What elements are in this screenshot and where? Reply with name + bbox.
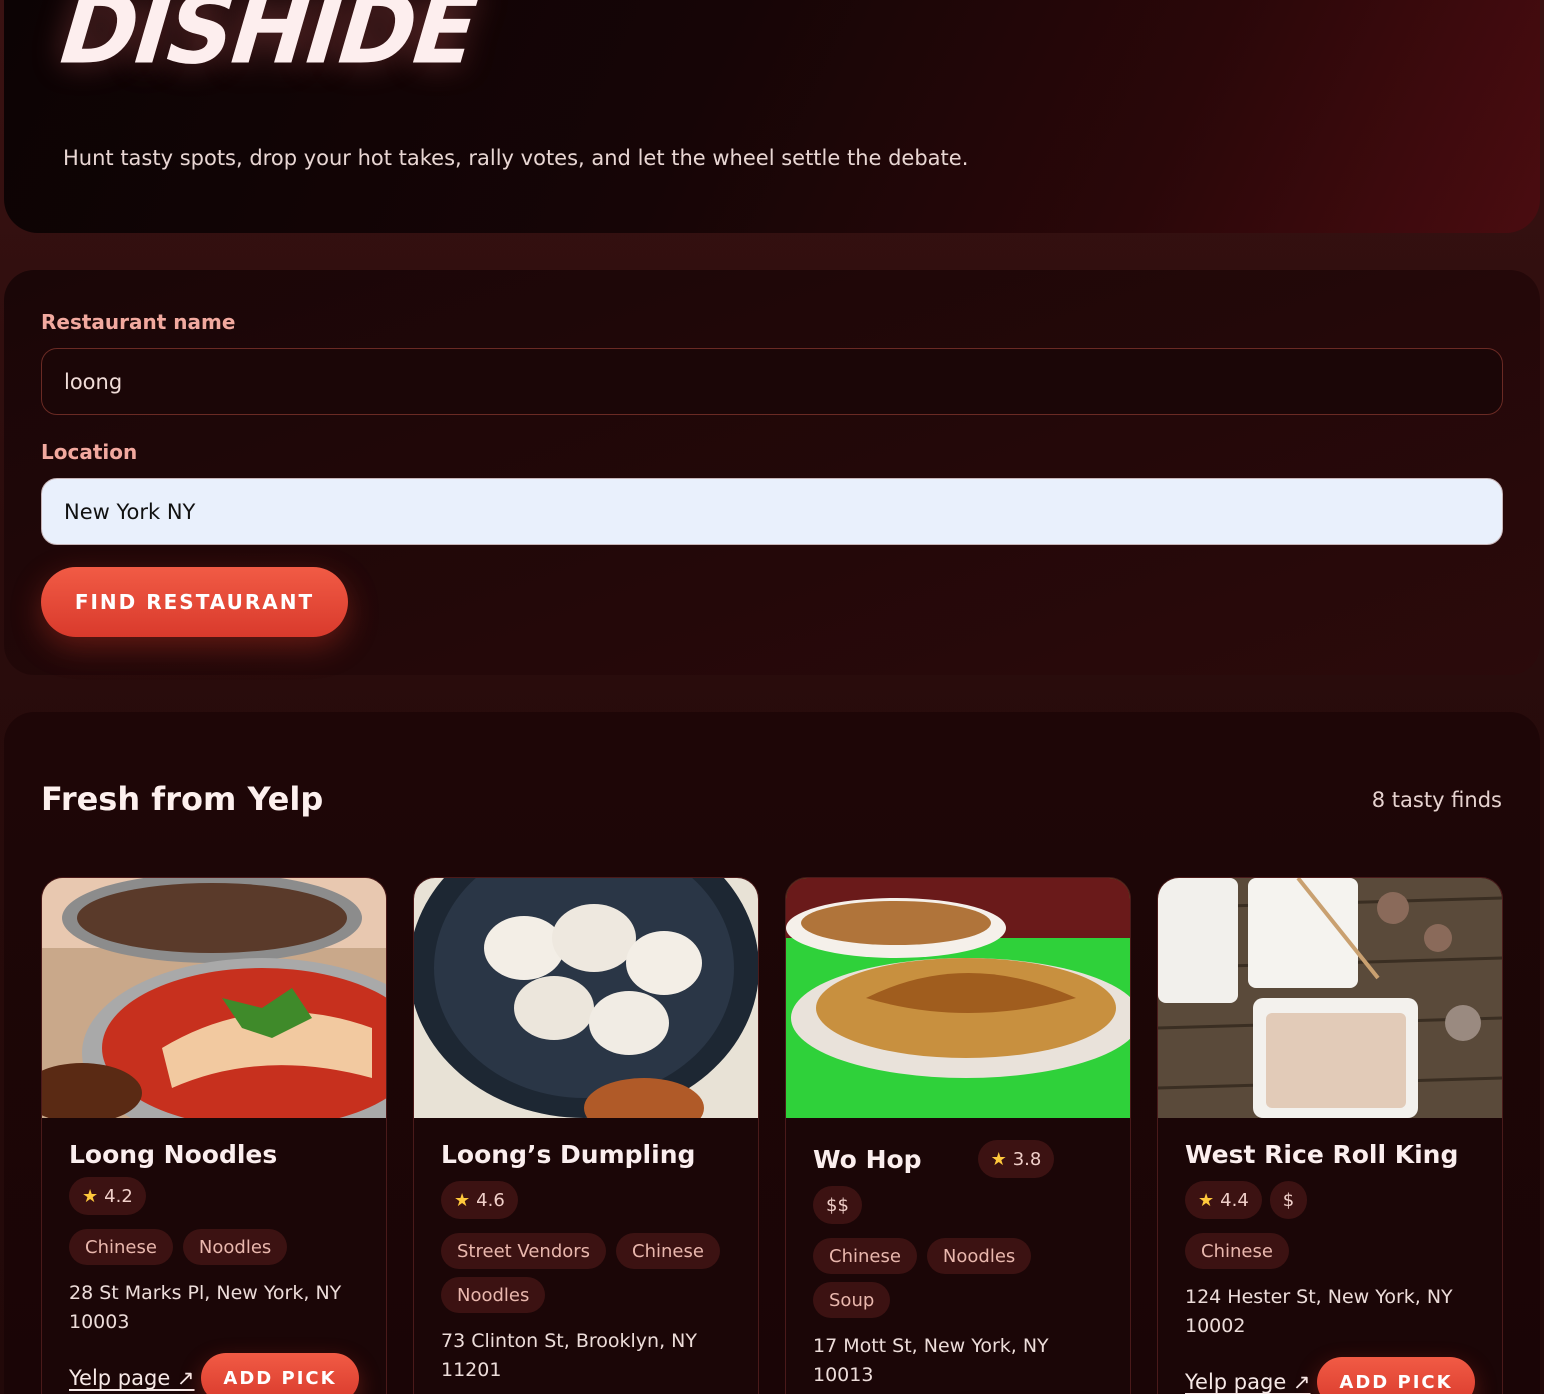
location-value: New York NY — [64, 499, 196, 524]
location-label: Location — [41, 440, 138, 464]
restaurant-address: 124 Hester St, New York, NY 10002 — [1185, 1286, 1453, 1337]
rating-value: 4.4 — [1220, 1189, 1249, 1211]
rating-badge: ★ 4.4 — [1185, 1181, 1262, 1219]
price-badge: $ — [1269, 1181, 1308, 1219]
category-tag: Chinese — [813, 1238, 917, 1274]
price-badge: $$ — [813, 1186, 862, 1224]
find-restaurant-button[interactable]: FIND RESTAURANT — [41, 567, 348, 637]
hero-banner: DISHIDE Hunt tasty spots, drop your hot … — [4, 0, 1540, 233]
restaurant-name-label: Restaurant name — [41, 310, 236, 334]
rating-badge: ★ 4.6 — [441, 1181, 518, 1219]
restaurant-address: 73 Clinton St, Brooklyn, NY 11201 — [441, 1330, 697, 1381]
restaurant-card: Loong’s Dumpling ★ 4.6 Street Vendors Ch… — [413, 877, 759, 1394]
add-pick-button[interactable]: ADD PICK — [201, 1353, 359, 1394]
restaurant-photo — [1158, 878, 1502, 1118]
category-tag: Noodles — [926, 1238, 1032, 1274]
category-tag: Soup — [813, 1282, 891, 1318]
results-title: Fresh from Yelp — [41, 780, 324, 818]
tagline: Hunt tasty spots, drop your hot takes, r… — [63, 146, 969, 170]
star-icon: ★ — [454, 1189, 471, 1211]
category-tag: Street Vendors — [441, 1233, 607, 1269]
star-icon: ★ — [1198, 1189, 1215, 1211]
category-tag: Noodles — [182, 1229, 288, 1265]
star-icon: ★ — [82, 1185, 99, 1207]
restaurant-name: Loong Noodles — [69, 1140, 278, 1169]
star-icon: ★ — [990, 1148, 1007, 1170]
category-tag: Chinese — [1185, 1233, 1289, 1269]
restaurant-card: West Rice Roll King ★ 4.4 $ Chinese 124 … — [1157, 877, 1503, 1394]
restaurant-address: 28 St Marks Pl, New York, NY 10003 — [69, 1282, 342, 1333]
yelp-page-link[interactable]: Yelp page ↗ — [1185, 1370, 1311, 1394]
category-tag: Chinese — [69, 1229, 173, 1265]
results-panel: Fresh from Yelp 8 tasty finds Loong Nood… — [4, 712, 1540, 1394]
restaurant-name-value: loong — [64, 369, 123, 394]
rating-value: 3.8 — [1012, 1148, 1042, 1170]
restaurant-card: Loong Noodles ★ 4.2 Chinese Noodles 28 S… — [41, 877, 387, 1394]
search-panel: Restaurant name loong Location New York … — [4, 270, 1540, 675]
yelp-page-link[interactable]: Yelp page ↗ — [69, 1366, 195, 1390]
rating-badge: ★ 4.2 — [69, 1177, 146, 1215]
category-tag: Noodles — [441, 1277, 546, 1313]
restaurant-photo — [414, 878, 758, 1118]
restaurant-name-input[interactable]: loong — [41, 348, 1503, 415]
category-tag: Chinese — [616, 1233, 720, 1269]
restaurant-photo — [786, 878, 1130, 1118]
results-count: 8 tasty finds — [1371, 788, 1502, 812]
restaurant-name: West Rice Roll King — [1185, 1140, 1459, 1169]
brand-logo: DISHIDE — [56, 0, 482, 86]
app-page: DISHIDE Hunt tasty spots, drop your hot … — [0, 0, 1544, 1394]
restaurant-name: Wo Hop — [813, 1144, 922, 1174]
add-pick-button[interactable]: ADD PICK — [1317, 1357, 1475, 1394]
restaurant-name: Loong’s Dumpling — [441, 1140, 696, 1169]
restaurant-card: Wo Hop ★ 3.8 $$ Chinese Noodles Soup 17 … — [785, 877, 1131, 1394]
location-input[interactable]: New York NY — [41, 478, 1503, 545]
rating-value: 4.2 — [104, 1185, 133, 1207]
rating-value: 4.6 — [476, 1189, 505, 1211]
restaurant-photo — [42, 878, 386, 1118]
restaurant-address: 17 Mott St, New York, NY 10013 — [813, 1335, 1049, 1386]
rating-badge: ★ 3.8 — [977, 1140, 1055, 1178]
